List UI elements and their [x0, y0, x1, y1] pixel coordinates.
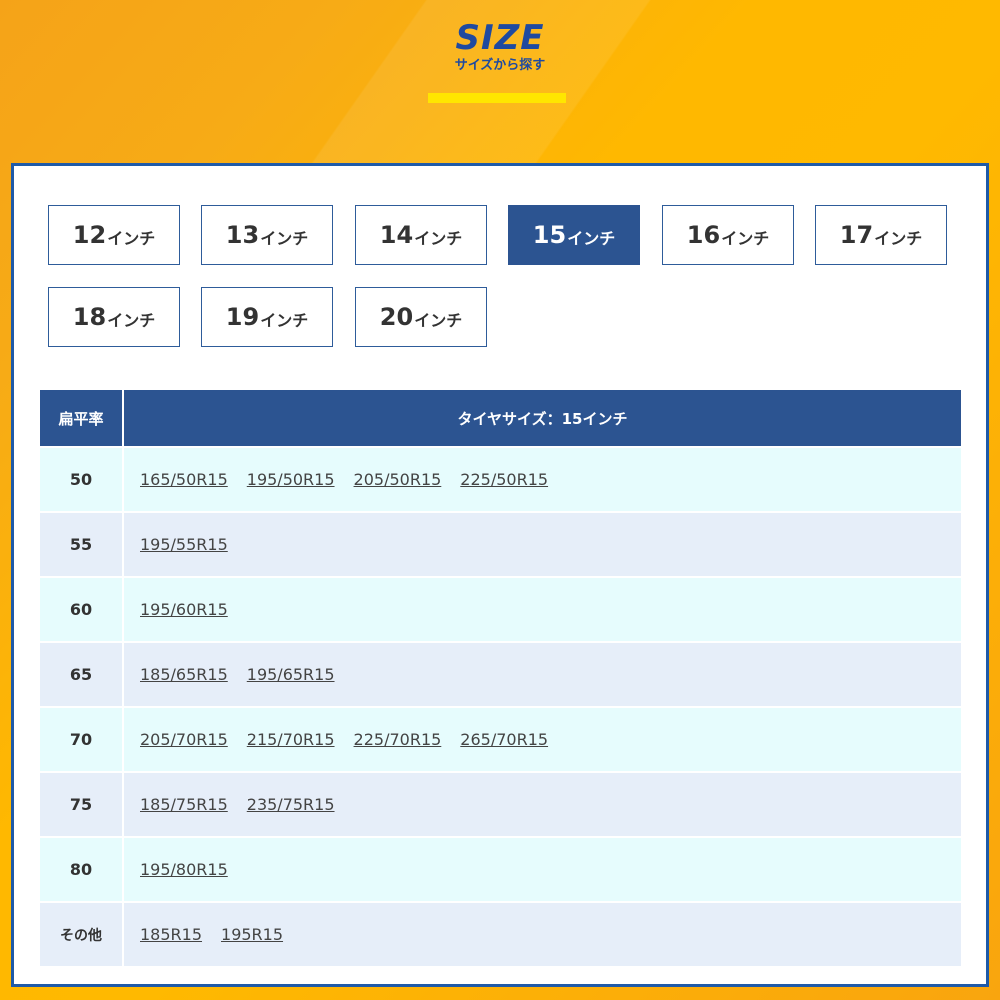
aspect-ratio-cell: 70	[40, 706, 124, 771]
aspect-ratio-cell: 75	[40, 771, 124, 836]
tab-18-inch[interactable]: 18 インチ	[48, 287, 180, 347]
sizes-cell: 165/50R15 195/50R15 205/50R15 225/50R15	[124, 446, 961, 511]
table-row: 60 195/60R15	[40, 576, 961, 641]
tab-number: 13	[225, 221, 260, 249]
tab-unit: インチ	[107, 229, 156, 248]
size-link[interactable]: 195/55R15	[140, 535, 228, 554]
size-link[interactable]: 195/65R15	[247, 665, 335, 684]
size-link[interactable]: 225/70R15	[354, 730, 442, 749]
tab-number: 19	[225, 303, 260, 331]
size-link[interactable]: 195/80R15	[140, 860, 228, 879]
table-row: 75 185/75R15 235/75R15	[40, 771, 961, 836]
header-tire-size: タイヤサイズ：15インチ	[124, 390, 961, 446]
tab-16-inch[interactable]: 16 インチ	[662, 205, 794, 265]
aspect-ratio-cell: 80	[40, 836, 124, 901]
size-link[interactable]: 185R15	[140, 925, 202, 944]
aspect-ratio-cell: 50	[40, 446, 124, 511]
tab-unit: インチ	[260, 229, 309, 248]
tab-unit: インチ	[567, 229, 616, 248]
size-link[interactable]: 195/60R15	[140, 600, 228, 619]
tab-number: 12	[72, 221, 107, 249]
tab-12-inch[interactable]: 12 インチ	[48, 205, 180, 265]
tab-unit: インチ	[260, 311, 309, 330]
sizes-cell: 195/60R15	[124, 576, 961, 641]
tab-unit: インチ	[721, 229, 770, 248]
aspect-ratio-cell: 65	[40, 641, 124, 706]
header-aspect-ratio: 扁平率	[40, 390, 124, 446]
table-row: 55 195/55R15	[40, 511, 961, 576]
tab-number: 16	[686, 221, 721, 249]
title-underline-bar	[428, 93, 566, 103]
table-header-row: 扁平率 タイヤサイズ：15インチ	[40, 390, 961, 446]
tab-15-inch[interactable]: 15 インチ	[508, 205, 640, 265]
tab-17-inch[interactable]: 17 インチ	[815, 205, 947, 265]
size-link[interactable]: 205/70R15	[140, 730, 228, 749]
table-row: 80 195/80R15	[40, 836, 961, 901]
section-title: SIZE	[455, 18, 545, 58]
aspect-ratio-cell: その他	[40, 901, 124, 966]
size-link[interactable]: 215/70R15	[247, 730, 335, 749]
section-subtitle: サイズから探す	[454, 58, 546, 73]
tab-unit: インチ	[874, 229, 923, 248]
size-link[interactable]: 265/70R15	[460, 730, 548, 749]
aspect-ratio-cell: 60	[40, 576, 124, 641]
size-link[interactable]: 165/50R15	[140, 470, 228, 489]
size-table: 扁平率 タイヤサイズ：15インチ 50 165/50R15 195/50R15 205…	[40, 390, 961, 966]
section-header: SIZE サイズから探す	[0, 18, 1000, 75]
aspect-ratio-cell: 55	[40, 511, 124, 576]
tab-number: 18	[72, 303, 107, 331]
table-row: 50 165/50R15 195/50R15 205/50R15 225/50R15	[40, 446, 961, 511]
tab-13-inch[interactable]: 13 インチ	[201, 205, 333, 265]
sizes-cell: 185R15 195R15	[124, 901, 961, 966]
size-link[interactable]: 185/75R15	[140, 795, 228, 814]
size-link[interactable]: 235/75R15	[247, 795, 335, 814]
table-row: その他 185R15 195R15	[40, 901, 961, 966]
tab-number: 20	[379, 303, 414, 331]
tab-unit: インチ	[414, 311, 463, 330]
sizes-cell: 185/65R15 195/65R15	[124, 641, 961, 706]
tab-number: 15	[532, 221, 567, 249]
size-link[interactable]: 185/65R15	[140, 665, 228, 684]
size-link[interactable]: 195R15	[221, 925, 283, 944]
tab-19-inch[interactable]: 19 インチ	[201, 287, 333, 347]
tab-number: 14	[379, 221, 414, 249]
size-link[interactable]: 225/50R15	[460, 470, 548, 489]
tab-unit: インチ	[414, 229, 463, 248]
tab-unit: インチ	[107, 311, 156, 330]
tab-14-inch[interactable]: 14 インチ	[355, 205, 487, 265]
sizes-cell: 195/80R15	[124, 836, 961, 901]
size-link[interactable]: 195/50R15	[247, 470, 335, 489]
sizes-cell: 205/70R15 215/70R15 225/70R15 265/70R15	[124, 706, 961, 771]
sizes-cell: 195/55R15	[124, 511, 961, 576]
size-panel: 12 インチ 13 インチ 14 インチ 15 インチ 16 インチ 17 インチ 18 インチ 19 インチ…	[11, 163, 989, 987]
tab-20-inch[interactable]: 20 インチ	[355, 287, 487, 347]
size-link[interactable]: 205/50R15	[354, 470, 442, 489]
table-row: 70 205/70R15 215/70R15 225/70R15 265/70R15	[40, 706, 961, 771]
sizes-cell: 185/75R15 235/75R15	[124, 771, 961, 836]
table-row: 65 185/65R15 195/65R15	[40, 641, 961, 706]
tab-number: 17	[839, 221, 874, 249]
